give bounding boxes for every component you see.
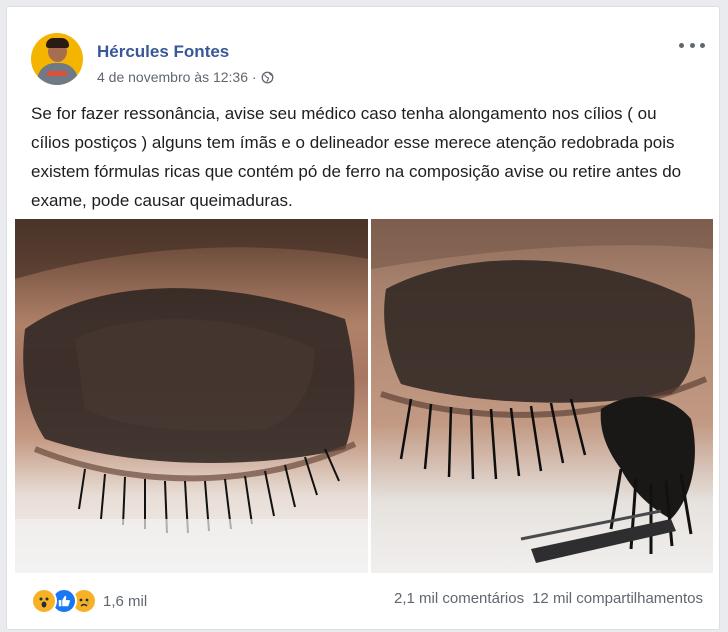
post-photos — [15, 219, 713, 573]
post-timestamp[interactable]: 4 de novembro às 12:36 — [97, 69, 248, 85]
meta-separator: · — [252, 69, 257, 85]
more-options-icon[interactable] — [679, 39, 705, 51]
photo-eyelid-lashes-tweezers[interactable] — [371, 219, 713, 573]
author-name[interactable]: Hércules Fontes — [97, 42, 229, 62]
globe-icon[interactable] — [261, 71, 274, 84]
reactions-summary[interactable]: 1,6 mil — [31, 588, 147, 614]
post-header: Hércules Fontes 4 de novembro às 12:36 · — [31, 33, 705, 93]
post-footer: 1,6 mil 2,1 mil comentários 12 mil compar… — [31, 587, 703, 617]
post-text: Se for fazer ressonância, avise seu médi… — [31, 104, 682, 210]
more-dot — [700, 42, 705, 48]
more-dot — [679, 42, 684, 48]
avatar-hair — [46, 38, 69, 48]
wow-reaction-icon — [31, 588, 57, 614]
reactions-count[interactable]: 1,6 mil — [103, 593, 147, 610]
more-dot — [689, 42, 695, 48]
post-stats: 2,1 mil comentários 12 mil compartilhamen… — [394, 590, 703, 607]
photo-eyelid-closed-eye[interactable] — [15, 219, 368, 573]
post-card: Hércules Fontes 4 de novembro às 12:36 ·… — [6, 6, 720, 630]
avatar-shirt-print — [47, 71, 67, 76]
comments-count[interactable]: 2,1 mil comentários — [394, 590, 524, 607]
shares-count[interactable]: 12 mil compartilhamentos — [532, 590, 703, 607]
post-meta: 4 de novembro às 12:36 · — [97, 69, 274, 85]
avatar[interactable] — [31, 33, 83, 85]
